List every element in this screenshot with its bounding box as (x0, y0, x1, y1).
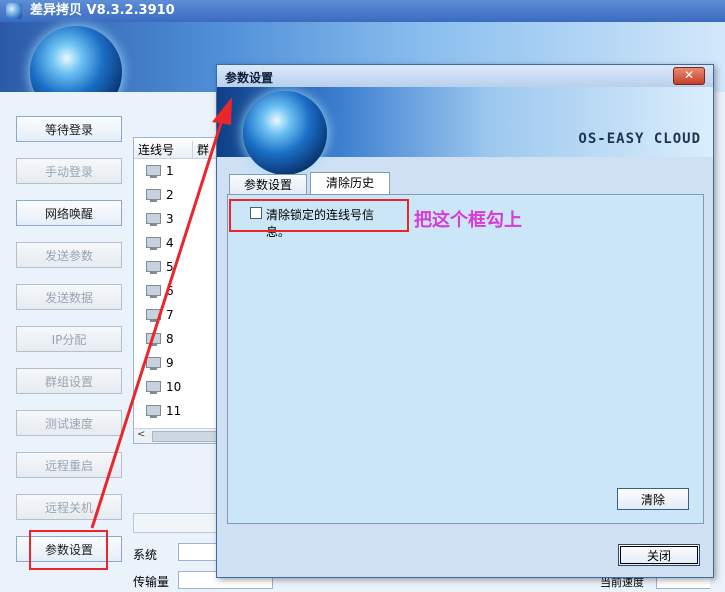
annotation-arrow (90, 97, 232, 529)
